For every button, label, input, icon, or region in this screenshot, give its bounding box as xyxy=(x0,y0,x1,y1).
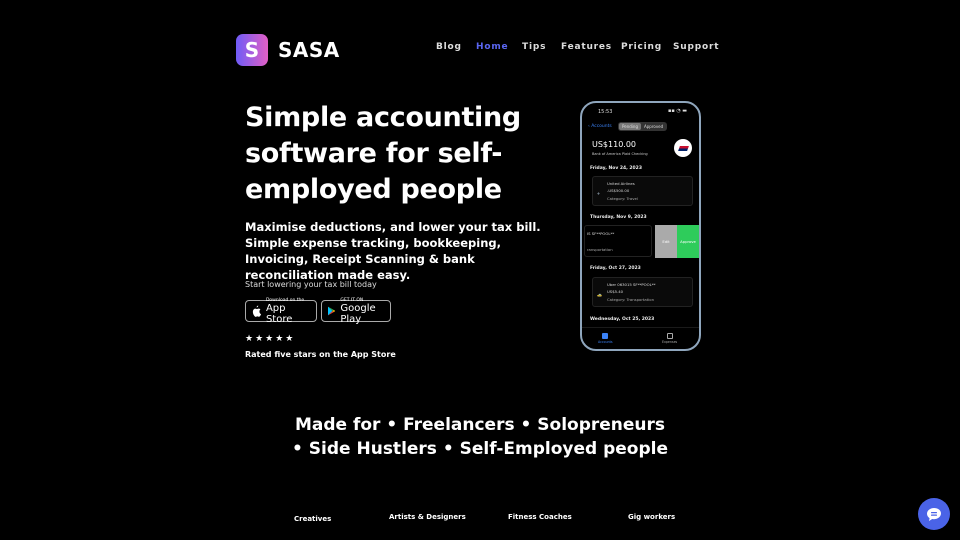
segment-pending: Pending xyxy=(619,123,641,130)
phone-date: Friday, Nov 24, 2023 xyxy=(590,166,642,171)
logo-mark: S xyxy=(236,34,268,66)
logo[interactable]: S SASA xyxy=(236,34,340,66)
nav-support[interactable]: Support xyxy=(673,42,719,52)
phone-balance: US$110.00 xyxy=(592,140,637,149)
nav-blog[interactable]: Blog xyxy=(436,42,462,52)
phone-account-name: Bank of America Plaid Checking xyxy=(592,152,648,156)
chat-icon xyxy=(927,507,941,521)
phone-transaction-swiped: IS SF**POOL** ransportation xyxy=(584,225,652,257)
star-rating: ★★★★★ xyxy=(245,334,296,344)
category-creatives: Creatives xyxy=(294,515,332,523)
apple-icon xyxy=(252,305,261,317)
phone-mockup: 15:53 ▪▪ ◔ ▬ ‹ Accounts Pending Approved… xyxy=(580,101,701,351)
brand-name: SASA xyxy=(278,38,340,62)
phone-back-link: ‹ Accounts xyxy=(588,124,612,129)
phone-status-icons: ▪▪ ◔ ▬ xyxy=(667,108,687,114)
accounts-icon xyxy=(602,333,609,339)
phone-approve-action: Approve xyxy=(677,225,699,258)
phone-transaction: 🚕 Uber 063015 SF**POOL** US$5.40 Categor… xyxy=(592,277,693,307)
category-fitness: Fitness Coaches xyxy=(508,513,572,521)
cta-text: Start lowering your tax bill today xyxy=(245,280,377,289)
category-gig: Gig workers xyxy=(628,513,676,521)
rating-text: Rated five stars on the App Store xyxy=(245,350,396,359)
google-play-button[interactable]: GET IT ON Google Play xyxy=(321,297,391,325)
phone-tab-expenses: Expenses xyxy=(662,333,677,344)
phone-edit-action: Edit xyxy=(655,225,677,258)
made-for-line-2: • Side Hustlers • Self-Employed people xyxy=(292,439,668,459)
expenses-icon xyxy=(666,333,673,339)
phone-date: Wednesday, Oct 25, 2023 xyxy=(590,317,655,322)
hero-title: Simple accounting software for self-empl… xyxy=(245,102,521,205)
phone-segmented-control: Pending Approved xyxy=(618,122,668,131)
phone-time: 15:53 xyxy=(598,109,613,115)
google-play-label: GET IT ON Google Play xyxy=(340,297,376,325)
page: S SASA Blog Home Tips Features Pricing S… xyxy=(0,0,960,540)
google-play-icon xyxy=(328,306,336,316)
phone-tab-accounts: Accounts xyxy=(598,333,613,344)
phone-date: Thursday, Nov 9, 2023 xyxy=(590,215,647,220)
car-icon: 🚕 xyxy=(597,292,602,297)
app-store-label: Download on the App Store xyxy=(265,297,305,325)
made-for-heading: Made for • Freelancers • Solopreneurs • … xyxy=(0,413,960,461)
app-store-button[interactable]: Download on the App Store xyxy=(245,297,317,325)
bank-logo-icon xyxy=(674,139,692,157)
airline-icon: ✈ xyxy=(597,191,601,196)
phone-transaction: ✈ United Airlines -US$500.00 Category: T… xyxy=(592,176,693,206)
nav-pricing[interactable]: Pricing xyxy=(621,42,662,52)
nav-tips[interactable]: Tips xyxy=(522,42,546,52)
nav-home[interactable]: Home xyxy=(476,42,508,52)
category-artists: Artists & Designers xyxy=(389,513,466,521)
segment-approved: Approved xyxy=(644,124,664,129)
made-for-line-1: Made for • Freelancers • Solopreneurs xyxy=(294,415,666,435)
phone-tab-bar: Accounts Expenses xyxy=(582,327,699,349)
phone-date: Friday, Oct 27, 2023 xyxy=(590,266,641,271)
hero-subtitle: Maximise deductions, and lower your tax … xyxy=(245,220,541,282)
nav-features[interactable]: Features xyxy=(561,42,612,52)
chat-button[interactable] xyxy=(918,498,950,530)
